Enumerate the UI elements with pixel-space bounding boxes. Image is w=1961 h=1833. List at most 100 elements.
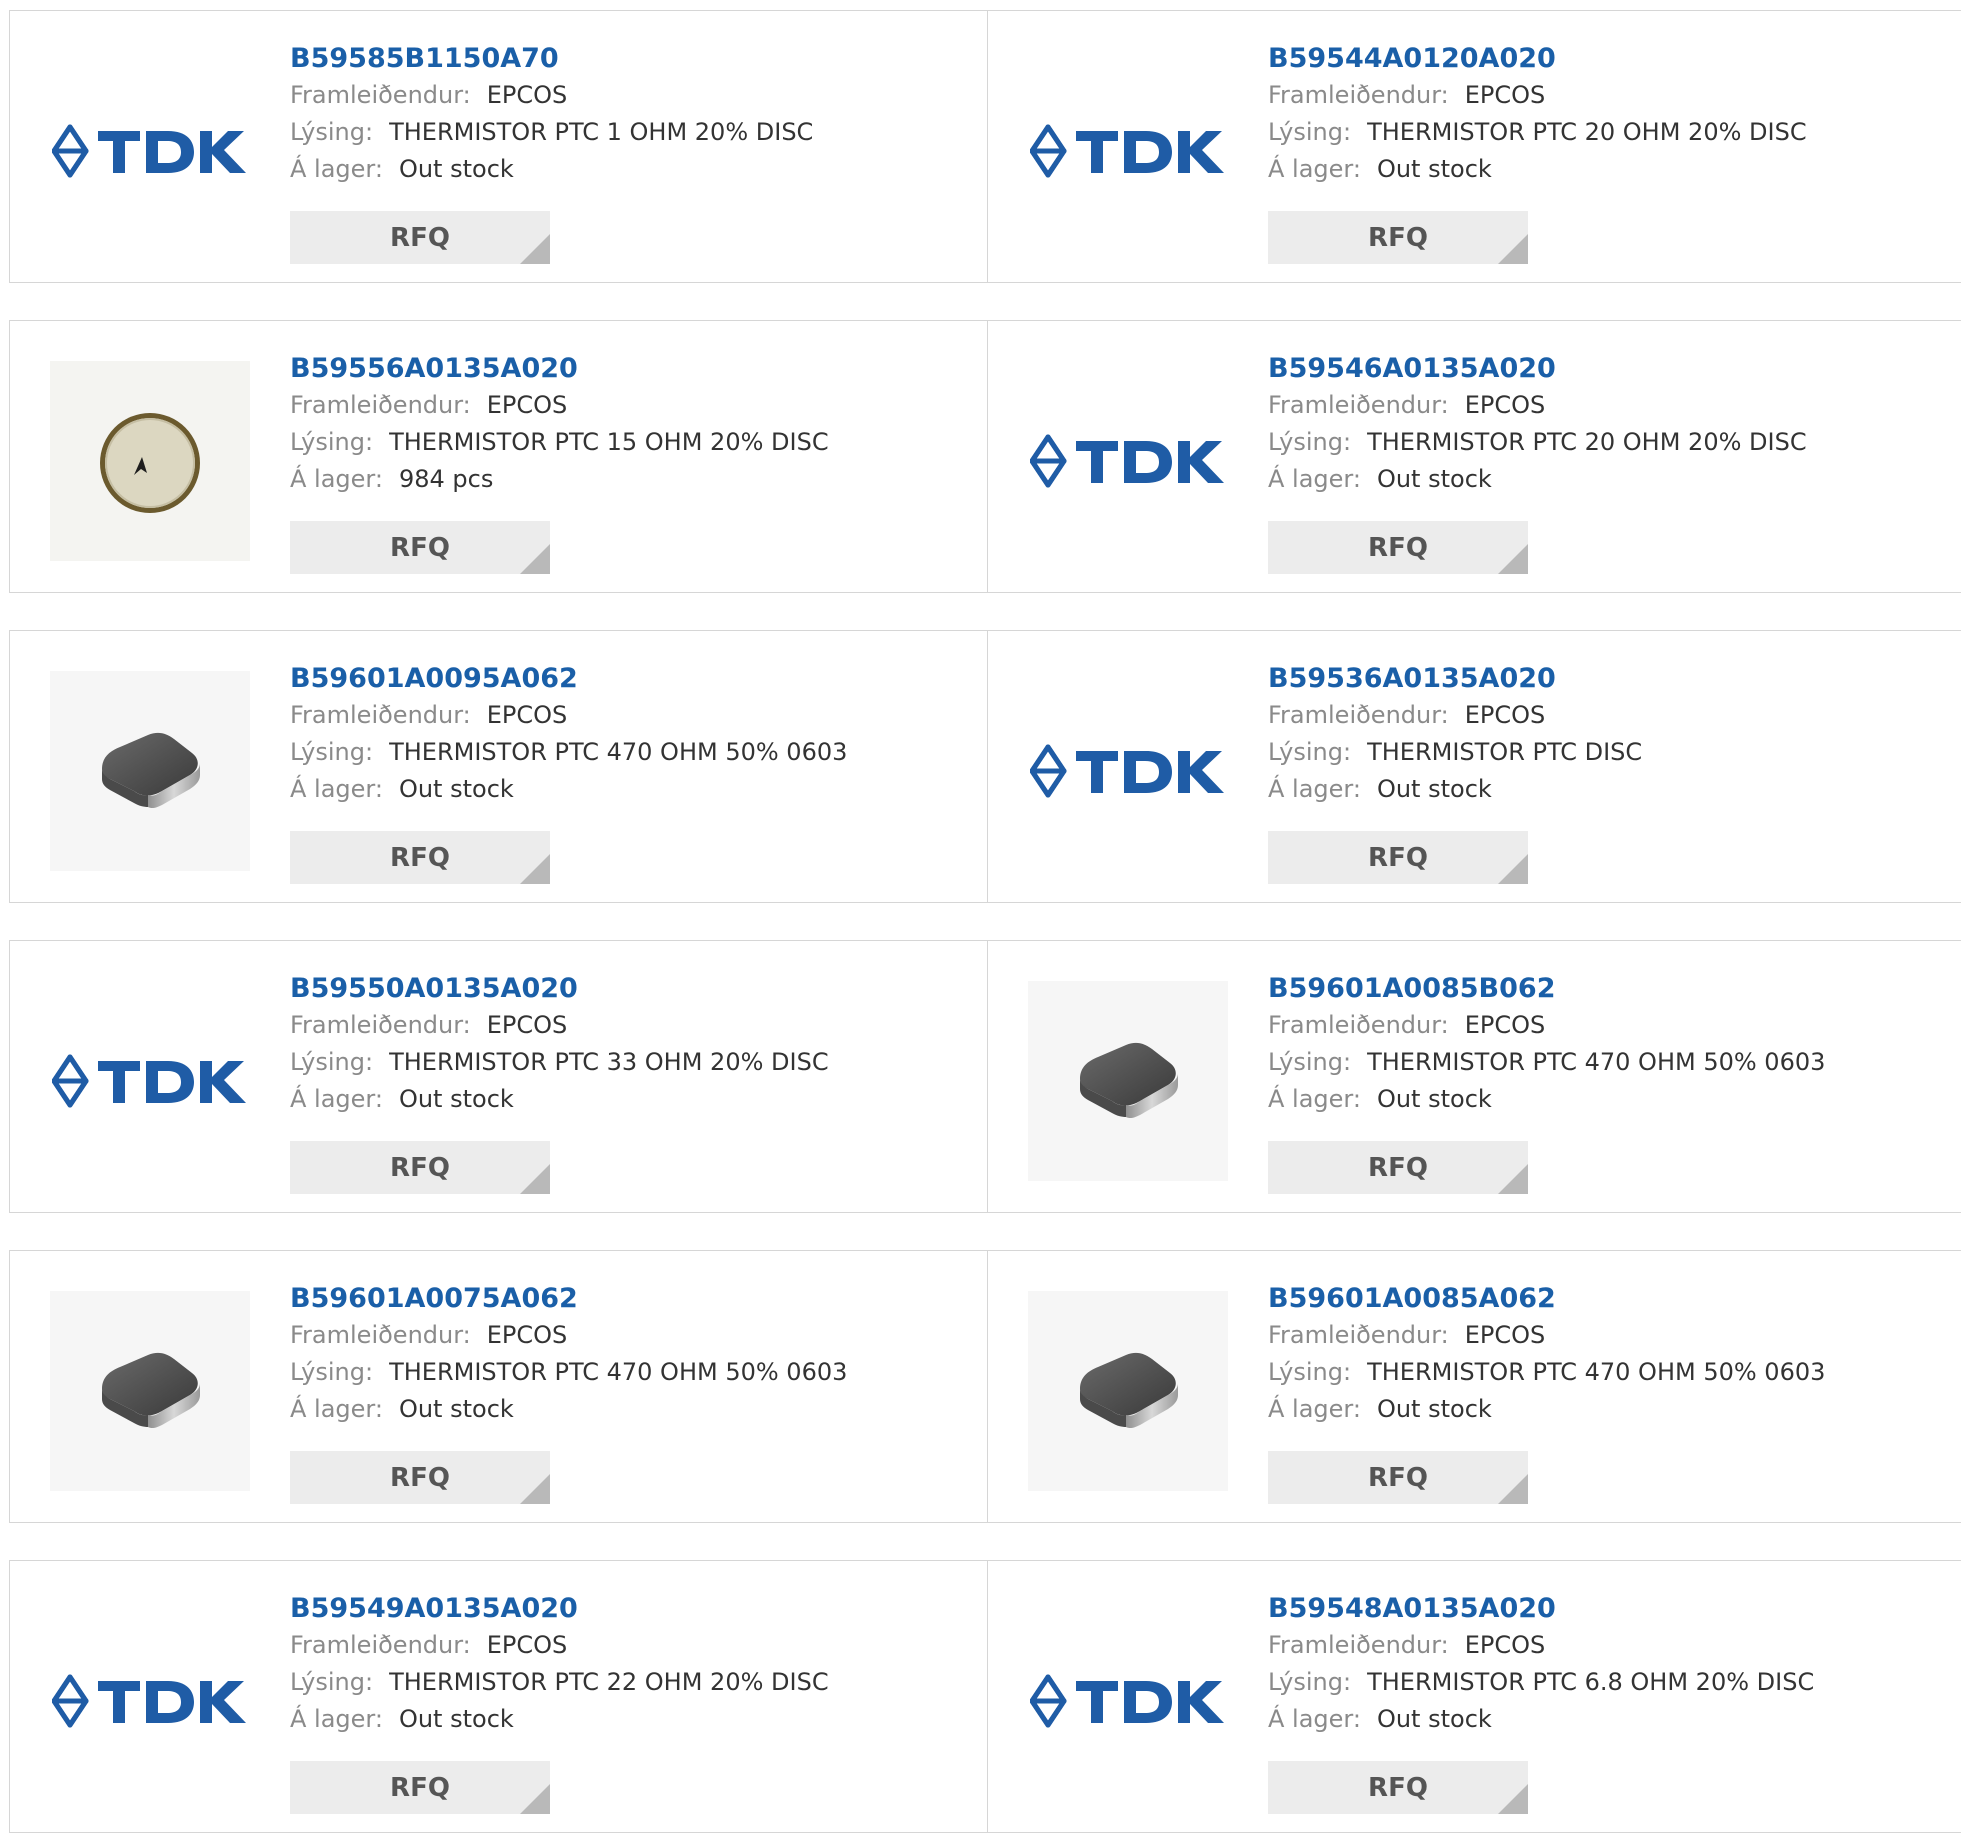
- tdk-logo: [1030, 434, 1224, 488]
- rfq-button[interactable]: RFQ: [290, 1141, 550, 1194]
- rfq-label: RFQ: [1368, 1772, 1428, 1803]
- rfq-button[interactable]: RFQ: [1268, 831, 1528, 884]
- smd-chip-image: [1028, 1291, 1228, 1491]
- stock-value: Out stock: [1376, 155, 1492, 183]
- product-row: B59601A0075A062 Framleiðendur: EPCOS Lýsi…: [9, 1250, 1961, 1523]
- part-number-link[interactable]: B59601A0095A062: [290, 661, 950, 697]
- rfq-label: RFQ: [1368, 1152, 1428, 1183]
- part-number-link[interactable]: B59556A0135A020: [290, 351, 950, 387]
- manufacturer-row: Framleiðendur: EPCOS: [1268, 697, 1928, 734]
- button-corner-decoration: [1498, 1784, 1528, 1814]
- product-image[interactable]: [1028, 1291, 1228, 1491]
- manufacturer-label: Framleiðendur:: [1268, 701, 1449, 729]
- manufacturer-row: Framleiðendur: EPCOS: [1268, 387, 1928, 424]
- product-image[interactable]: [50, 671, 250, 871]
- description-label: Lýsing:: [1268, 1048, 1352, 1076]
- manufacturer-row: Framleiðendur: EPCOS: [290, 387, 950, 424]
- manufacturer-label: Framleiðendur:: [290, 1631, 471, 1659]
- description-value: THERMISTOR PTC 1 OHM 20% DISC: [389, 118, 814, 146]
- button-corner-decoration: [520, 1474, 550, 1504]
- part-number-link[interactable]: B59546A0135A020: [1268, 351, 1928, 387]
- description-row: Lýsing: THERMISTOR PTC 15 OHM 20% DISC: [290, 424, 950, 461]
- manufacturer-label: Framleiðendur:: [290, 1011, 471, 1039]
- part-number-link[interactable]: B59601A0085B062: [1268, 971, 1928, 1007]
- rfq-label: RFQ: [1368, 222, 1428, 253]
- description-row: Lýsing: THERMISTOR PTC 470 OHM 50% 0603: [1268, 1354, 1928, 1391]
- rfq-button[interactable]: RFQ: [1268, 1761, 1528, 1814]
- button-corner-decoration: [520, 1784, 550, 1814]
- stock-label: Á lager:: [290, 1395, 383, 1423]
- rfq-label: RFQ: [1368, 842, 1428, 873]
- manufacturer-value: EPCOS: [1464, 81, 1546, 109]
- stock-row: Á lager: Out stock: [1268, 1701, 1928, 1738]
- stock-label: Á lager:: [290, 1085, 383, 1113]
- manufacturer-value: EPCOS: [486, 391, 568, 419]
- stock-value: Out stock: [1376, 465, 1492, 493]
- rfq-label: RFQ: [390, 1152, 450, 1183]
- rfq-label: RFQ: [390, 532, 450, 563]
- part-number-link[interactable]: B59585B1150A70: [290, 41, 950, 77]
- product-card: B59601A0075A062 Framleiðendur: EPCOS Lýsi…: [9, 1251, 987, 1522]
- product-grid: B59585B1150A70 Framleiðendur: EPCOS Lýsin…: [0, 0, 1961, 1833]
- description-value: THERMISTOR PTC 20 OHM 20% DISC: [1367, 428, 1807, 456]
- manufacturer-label: Framleiðendur:: [1268, 1631, 1449, 1659]
- part-number-link[interactable]: B59550A0135A020: [290, 971, 950, 1007]
- manufacturer-value: EPCOS: [486, 701, 568, 729]
- product-image[interactable]: [50, 1291, 250, 1491]
- stock-label: Á lager:: [1268, 465, 1361, 493]
- tdk-logo: [52, 124, 246, 178]
- description-value: THERMISTOR PTC 470 OHM 50% 0603: [389, 738, 848, 766]
- rfq-button[interactable]: RFQ: [290, 1761, 550, 1814]
- stock-value: 984 pcs: [398, 465, 494, 493]
- part-number-link[interactable]: B59544A0120A020: [1268, 41, 1928, 77]
- manufacturer-label: Framleiðendur:: [290, 1321, 471, 1349]
- product-image[interactable]: [50, 981, 250, 1181]
- rfq-button[interactable]: RFQ: [1268, 1451, 1528, 1504]
- button-corner-decoration: [1498, 1164, 1528, 1194]
- product-row: B59556A0135A020 Framleiðendur: EPCOS Lýsi…: [9, 320, 1961, 593]
- rfq-button[interactable]: RFQ: [290, 211, 550, 264]
- stock-value: Out stock: [398, 1395, 514, 1423]
- product-card: B59550A0135A020 Framleiðendur: EPCOS Lýsi…: [9, 941, 987, 1212]
- product-image[interactable]: [1028, 51, 1228, 251]
- product-image[interactable]: [1028, 1601, 1228, 1801]
- product-info: B59550A0135A020 Framleiðendur: EPCOS Lýsi…: [290, 971, 950, 1118]
- rfq-label: RFQ: [390, 222, 450, 253]
- manufacturer-label: Framleiðendur:: [290, 81, 471, 109]
- description-row: Lýsing: THERMISTOR PTC 470 OHM 50% 0603: [290, 734, 950, 771]
- rfq-button[interactable]: RFQ: [290, 1451, 550, 1504]
- rfq-label: RFQ: [1368, 1462, 1428, 1493]
- description-row: Lýsing: THERMISTOR PTC 1 OHM 20% DISC: [290, 114, 950, 151]
- manufacturer-label: Framleiðendur:: [1268, 81, 1449, 109]
- product-image[interactable]: [50, 51, 250, 251]
- stock-row: Á lager: Out stock: [1268, 151, 1928, 188]
- product-image[interactable]: [1028, 671, 1228, 871]
- description-row: Lýsing: THERMISTOR PTC 470 OHM 50% 0603: [290, 1354, 950, 1391]
- product-image[interactable]: [1028, 361, 1228, 561]
- rfq-button[interactable]: RFQ: [290, 831, 550, 884]
- part-number-link[interactable]: B59548A0135A020: [1268, 1591, 1928, 1627]
- description-row: Lýsing: THERMISTOR PTC 20 OHM 20% DISC: [1268, 424, 1928, 461]
- stock-row: Á lager: Out stock: [1268, 771, 1928, 808]
- part-number-link[interactable]: B59601A0075A062: [290, 1281, 950, 1317]
- product-info: B59601A0095A062 Framleiðendur: EPCOS Lýsi…: [290, 661, 950, 808]
- tdk-logo: [52, 1674, 246, 1728]
- stock-row: Á lager: Out stock: [1268, 1081, 1928, 1118]
- part-number-link[interactable]: B59536A0135A020: [1268, 661, 1928, 697]
- part-number-link[interactable]: B59549A0135A020: [290, 1591, 950, 1627]
- part-number-link[interactable]: B59601A0085A062: [1268, 1281, 1928, 1317]
- description-row: Lýsing: THERMISTOR PTC 33 OHM 20% DISC: [290, 1044, 950, 1081]
- manufacturer-label: Framleiðendur:: [1268, 1321, 1449, 1349]
- rfq-button[interactable]: RFQ: [1268, 521, 1528, 574]
- product-info: B59549A0135A020 Framleiðendur: EPCOS Lýsi…: [290, 1591, 950, 1738]
- description-value: THERMISTOR PTC 470 OHM 50% 0603: [1367, 1358, 1826, 1386]
- rfq-button[interactable]: RFQ: [1268, 211, 1528, 264]
- rfq-button[interactable]: RFQ: [1268, 1141, 1528, 1194]
- manufacturer-row: Framleiðendur: EPCOS: [1268, 77, 1928, 114]
- product-image[interactable]: [50, 361, 250, 561]
- manufacturer-value: EPCOS: [1464, 1631, 1546, 1659]
- product-image[interactable]: [50, 1601, 250, 1801]
- product-row: B59601A0095A062 Framleiðendur: EPCOS Lýsi…: [9, 630, 1961, 903]
- product-image[interactable]: [1028, 981, 1228, 1181]
- rfq-button[interactable]: RFQ: [290, 521, 550, 574]
